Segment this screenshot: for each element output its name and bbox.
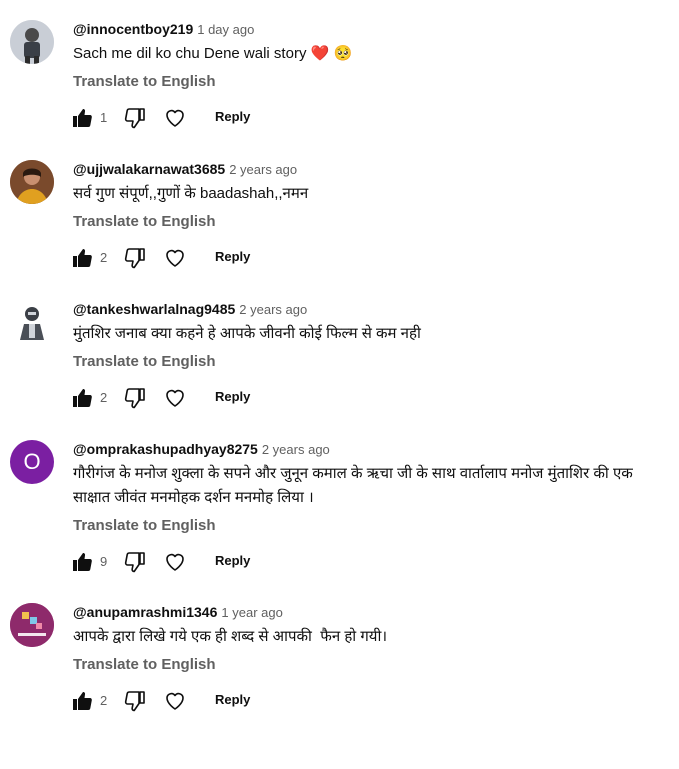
thumbs-down-icon [124,691,145,712]
comment-time[interactable]: 2 years ago [262,442,330,457]
channel-logo-icon [10,603,54,647]
heart-button[interactable] [163,550,187,574]
like-button[interactable] [70,550,94,574]
like-count: 9 [100,554,108,569]
comment-author[interactable]: @ujjwalakarnawat3685 [73,161,225,177]
like-button[interactable] [70,386,94,410]
heart-icon [166,249,184,267]
reply-button[interactable]: Reply [215,249,250,264]
comment-text: गौरीगंज के मनोज शुक्ला के सपने और जुनून … [73,465,633,506]
thumbs-up-icon [73,692,92,710]
comment-actions: 2 Reply [73,386,673,410]
thumbs-down-icon [124,248,145,269]
avatar[interactable]: O [10,440,54,484]
translate-button[interactable]: Translate to English [73,516,673,536]
person-avatar-icon [10,160,54,204]
comment-actions: 2 Reply [73,246,673,270]
comment-text: मुंतशिर जनाब क्या कहने हे आपके जीवनी कोई… [73,325,421,342]
dislike-button[interactable] [123,246,147,270]
dislike-button[interactable] [123,106,147,130]
heart-button[interactable] [163,106,187,130]
avatar[interactable] [10,603,54,647]
heart-button[interactable] [163,246,187,270]
comment-time[interactable]: 1 day ago [197,22,254,37]
thumbs-down-icon [124,388,145,409]
comment-author[interactable]: @anupamrashmi1346 [73,604,217,620]
reply-button[interactable]: Reply [215,553,250,568]
dislike-button[interactable] [123,550,147,574]
heart-button[interactable] [163,386,187,410]
thumbs-up-icon [73,389,92,407]
thumbs-up-icon [73,249,92,267]
thumbs-down-icon [124,552,145,573]
like-button[interactable] [70,246,94,270]
like-count: 2 [100,693,108,708]
comment-author[interactable]: @tankeshwarlalnag9485 [73,301,235,317]
comment-actions: 1 Reply [73,106,673,130]
thumbs-up-icon [73,109,92,127]
translate-button[interactable]: Translate to English [73,212,673,232]
like-count: 2 [100,250,108,265]
comment-author[interactable]: @innocentboy219 [73,21,193,37]
comment-time[interactable]: 2 years ago [229,162,297,177]
dislike-button[interactable] [123,689,147,713]
reply-button[interactable]: Reply [215,692,250,707]
robot-avatar-icon [10,300,54,344]
thumbs-up-icon [73,553,92,571]
translate-button[interactable]: Translate to English [73,352,673,372]
heart-button[interactable] [163,689,187,713]
reply-button[interactable]: Reply [215,389,250,404]
like-count: 1 [100,110,108,125]
comment-author[interactable]: @omprakashupadhyay8275 [73,441,258,457]
avatar[interactable] [10,20,54,64]
comment-text: सर्व गुण संपूर्ण,,गुणों के baadashah,,नम… [73,185,309,202]
heart-icon [166,692,184,710]
translate-button[interactable]: Translate to English [73,655,673,675]
reply-button[interactable]: Reply [215,109,250,124]
avatar[interactable] [10,300,54,344]
thumbs-down-icon [124,108,145,129]
like-button[interactable] [70,689,94,713]
translate-button[interactable]: Translate to English [73,72,673,92]
dislike-button[interactable] [123,386,147,410]
comment-actions: 2 Reply [73,689,673,713]
person-avatar-icon [10,20,54,64]
comment-time[interactable]: 1 year ago [221,605,282,620]
like-button[interactable] [70,106,94,130]
avatar-letter: O [23,449,41,474]
heart-icon [166,389,184,407]
comment-actions: 9 Reply [73,550,673,574]
comment-time[interactable]: 2 years ago [239,302,307,317]
like-count: 2 [100,390,108,405]
heart-icon [166,109,184,127]
heart-icon [166,553,184,571]
comment-text: Sach me dil ko chu Dene wali story ❤️ 🥺 [73,45,353,62]
comment-text: आपके द्वारा लिखे गये एक ही शब्द से आपकी … [73,628,388,645]
avatar[interactable] [10,160,54,204]
